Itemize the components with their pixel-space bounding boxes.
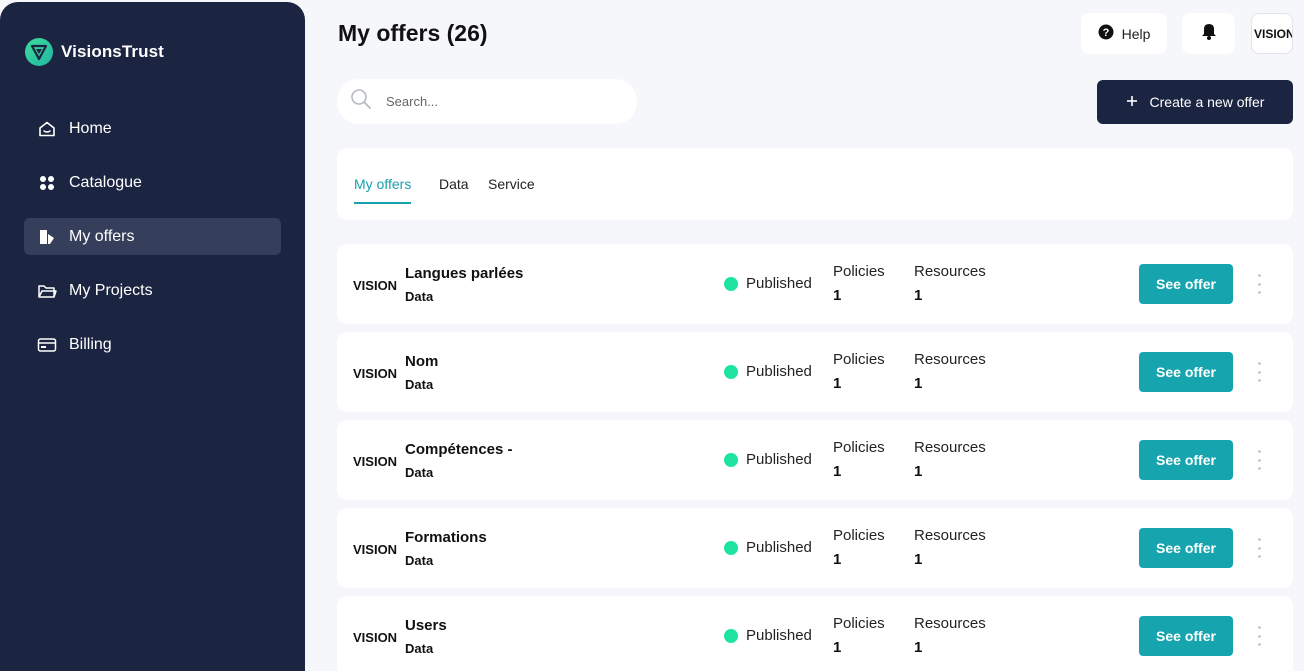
sidebar-item-label: Home: [69, 119, 112, 137]
more-options-icon[interactable]: [1253, 626, 1265, 646]
offer-title: Users: [405, 617, 447, 634]
policies-count: 1: [833, 375, 842, 392]
policies-count: 1: [833, 463, 842, 480]
policies-label: Policies: [833, 351, 885, 368]
offer-status: Published: [746, 363, 812, 380]
resources-label: Resources: [914, 263, 986, 280]
see-offer-button[interactable]: See offer: [1139, 264, 1233, 304]
help-label: Help: [1121, 25, 1151, 42]
help-icon: ?: [1098, 24, 1114, 43]
offer-status: Published: [746, 275, 812, 292]
resources-count: 1: [914, 639, 923, 656]
sidebar-item-home[interactable]: Home: [24, 110, 281, 147]
svg-text:?: ?: [1102, 27, 1109, 39]
billing-icon: [37, 335, 57, 355]
resources-label: Resources: [914, 615, 986, 632]
sidebar-item-my-projects[interactable]: My Projects: [24, 272, 281, 309]
resources-label: Resources: [914, 439, 986, 456]
folder-icon: [37, 281, 57, 301]
sidebar-item-label: My Projects: [69, 281, 153, 299]
org-logo-text: VISIONS: [1254, 26, 1292, 41]
policies-label: Policies: [833, 263, 885, 280]
offer-type: Data: [405, 465, 434, 480]
sidebar: VisionsTrust Home Catalogue My offers My…: [0, 2, 305, 671]
status-dot-icon: [724, 277, 738, 291]
offer-logo: VISIONS: [353, 542, 397, 557]
sidebar-item-catalogue[interactable]: Catalogue: [24, 164, 281, 201]
policies-label: Policies: [833, 439, 885, 456]
sidebar-item-label: Billing: [69, 335, 112, 353]
tab-service[interactable]: Service: [488, 176, 535, 202]
resources-label: Resources: [914, 527, 986, 544]
status-dot-icon: [724, 541, 738, 555]
see-offer-button[interactable]: See offer: [1139, 616, 1233, 656]
brand-name: VisionsTrust: [61, 42, 164, 61]
resources-count: 1: [914, 287, 923, 304]
brand-mark-icon: [25, 38, 53, 66]
offer-row: VISIONS Nom Data Published Policies 1 Re…: [337, 332, 1293, 412]
resources-count: 1: [914, 463, 923, 480]
search-icon: [350, 88, 372, 115]
help-button[interactable]: ? Help: [1081, 13, 1167, 54]
plus-icon: [1126, 94, 1138, 110]
policies-count: 1: [833, 551, 842, 568]
tabs-bar: My offers Data Service: [337, 148, 1293, 220]
resources-count: 1: [914, 375, 923, 392]
offer-row: VISIONS Langues parlées Data Published P…: [337, 244, 1293, 324]
bell-icon: [1201, 22, 1217, 45]
offer-logo: VISIONS: [353, 366, 397, 381]
offer-title: Formations: [405, 529, 487, 546]
see-offer-button[interactable]: See offer: [1139, 352, 1233, 392]
offer-title: Compétences -: [405, 441, 513, 458]
offer-logo: VISIONS: [353, 630, 397, 645]
offer-type: Data: [405, 289, 434, 304]
offer-status: Published: [746, 451, 812, 468]
policies-count: 1: [833, 639, 842, 656]
sidebar-item-billing[interactable]: Billing: [24, 326, 281, 363]
more-options-icon[interactable]: [1253, 274, 1265, 294]
status-dot-icon: [724, 453, 738, 467]
offer-title: Nom: [405, 353, 439, 370]
more-options-icon[interactable]: [1253, 538, 1265, 558]
offer-row: VISIONS Users Data Published Policies 1 …: [337, 596, 1293, 671]
page-title: My offers (26): [338, 20, 488, 46]
offer-type: Data: [405, 641, 434, 656]
org-avatar[interactable]: VISIONS: [1251, 13, 1293, 54]
sidebar-item-label: Catalogue: [69, 173, 142, 191]
brand-logo[interactable]: VisionsTrust: [25, 38, 164, 66]
tab-data[interactable]: Data: [439, 176, 469, 202]
status-dot-icon: [724, 629, 738, 643]
policies-label: Policies: [833, 527, 885, 544]
grid-icon: [37, 173, 57, 193]
resources-count: 1: [914, 551, 923, 568]
tab-my-offers[interactable]: My offers: [354, 176, 412, 204]
policies-label: Policies: [833, 615, 885, 632]
home-icon: [37, 119, 57, 139]
see-offer-button[interactable]: See offer: [1139, 440, 1233, 480]
offer-type: Data: [405, 553, 434, 568]
sidebar-nav: Home Catalogue My offers My Projects Bil…: [24, 110, 281, 380]
offer-title: Langues parlées: [405, 265, 524, 282]
search-input[interactable]: [386, 94, 606, 109]
offer-row: VISIONS Formations Data Published Polici…: [337, 508, 1293, 588]
sidebar-item-label: My offers: [69, 227, 135, 245]
offer-status: Published: [746, 627, 812, 644]
resources-label: Resources: [914, 351, 986, 368]
search-bar: [337, 79, 637, 124]
more-options-icon[interactable]: [1253, 362, 1265, 382]
sidebar-item-my-offers[interactable]: My offers: [24, 218, 281, 255]
offer-logo: VISIONS: [353, 454, 397, 469]
offer-status: Published: [746, 539, 812, 556]
offer-row: VISIONS Compétences - Data Published Pol…: [337, 420, 1293, 500]
create-offer-button[interactable]: Create a new offer: [1097, 80, 1293, 124]
offer-logo: VISIONS: [353, 278, 397, 293]
notifications-button[interactable]: [1182, 13, 1235, 54]
status-dot-icon: [724, 365, 738, 379]
offer-type: Data: [405, 377, 434, 392]
create-offer-label: Create a new offer: [1149, 94, 1265, 110]
policies-count: 1: [833, 287, 842, 304]
see-offer-button[interactable]: See offer: [1139, 528, 1233, 568]
offers-icon: [37, 227, 57, 247]
more-options-icon[interactable]: [1253, 450, 1265, 470]
